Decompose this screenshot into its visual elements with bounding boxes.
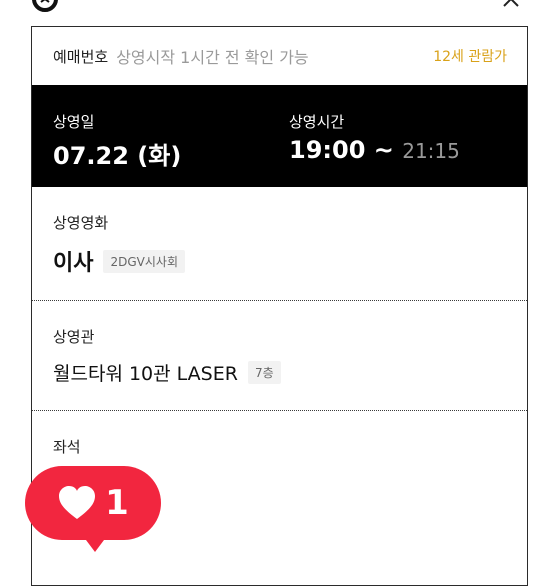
hall-name: 월드타워 10관 LASER xyxy=(53,363,238,385)
movie-section: 상영영화 이사 2DGV시사회 xyxy=(32,187,527,301)
brand-logo-icon xyxy=(32,0,58,12)
close-icon[interactable] xyxy=(500,0,522,8)
like-count: 1 xyxy=(105,483,129,523)
hall-value: 월드타워 10관 LASER 7층 xyxy=(53,359,281,386)
heart-icon xyxy=(59,486,96,519)
screening-time-value: 19:00 ~ 21:15 xyxy=(289,136,460,164)
screening-date-value: 07.22 (화) xyxy=(53,142,182,170)
schedule-band: 상영일 07.22 (화) 상영시간 19:00 ~ 21:15 xyxy=(32,85,527,187)
age-rating-badge: 12세 관람가 xyxy=(433,49,507,65)
screening-date: 상영일 07.22 (화) xyxy=(53,111,181,171)
hall-section: 상영관 월드타워 10관 LASER 7층 xyxy=(32,301,527,411)
movie-value: 이사 2DGV시사회 xyxy=(53,245,185,277)
movie-format-chip: 2DGV시사회 xyxy=(103,249,185,273)
booking-number-label: 예매번호 xyxy=(53,47,109,66)
seat-label: 좌석 xyxy=(53,438,81,456)
screening-time: 상영시간 19:00 ~ 21:15 xyxy=(289,111,460,164)
screening-date-label: 상영일 xyxy=(53,113,95,131)
hall-floor-chip: 7층 xyxy=(247,361,281,384)
screening-time-start: 19:00 ~ xyxy=(289,136,403,164)
movie-label: 상영영화 xyxy=(53,214,109,232)
like-button[interactable]: 1 xyxy=(25,466,161,540)
screening-time-label: 상영시간 xyxy=(289,113,345,131)
hall-label: 상영관 xyxy=(53,328,95,346)
booking-number-note: 상영시작 1시간 전 확인 가능 xyxy=(116,48,309,67)
movie-title: 이사 xyxy=(53,251,94,276)
screening-time-end: 21:15 xyxy=(402,139,460,163)
booking-number-row: 예매번호 상영시작 1시간 전 확인 가능 12세 관람가 xyxy=(32,27,527,85)
like-bubble-tail xyxy=(83,536,107,552)
